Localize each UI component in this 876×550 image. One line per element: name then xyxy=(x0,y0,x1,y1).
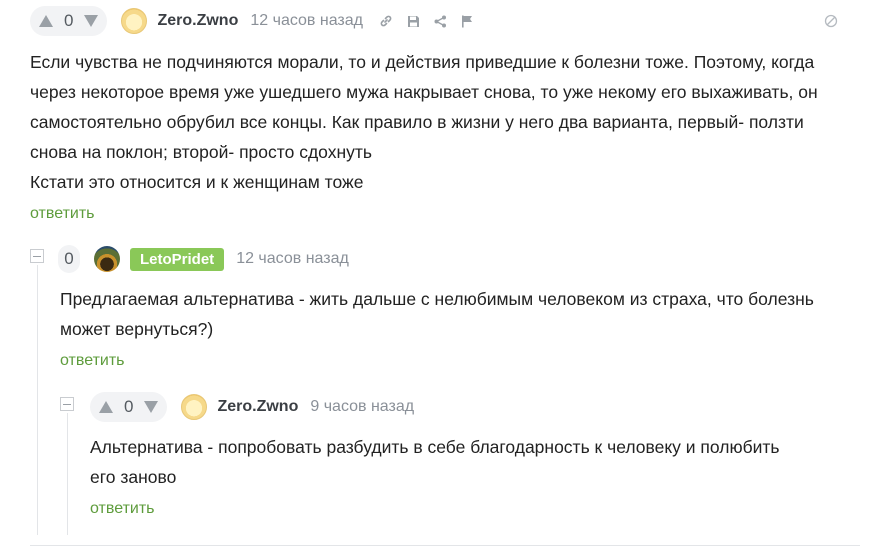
collapse-thread-button[interactable] xyxy=(30,249,44,263)
flag-icon[interactable] xyxy=(461,15,473,28)
link-icon[interactable] xyxy=(379,14,393,28)
text-line: самостоятельно обрубил все концы. Как пр… xyxy=(30,112,804,132)
reply-button[interactable]: ответить xyxy=(30,205,95,223)
text-line: Альтернатива - попробовать разбудить в с… xyxy=(90,437,780,457)
thread-line xyxy=(67,413,68,535)
reply-button[interactable]: ответить xyxy=(60,352,125,370)
comment-3-header: 0 Zero.Zwno 9 часов назад xyxy=(90,392,414,422)
avatar[interactable] xyxy=(181,394,208,420)
collapse-thread-button[interactable] xyxy=(60,397,74,411)
comment-time[interactable]: 12 часов назад xyxy=(236,250,349,268)
author-name[interactable]: Zero.Zwno xyxy=(217,398,298,416)
vote-control: 0 xyxy=(90,392,168,422)
text-line: может вернуться?) xyxy=(60,319,214,339)
comment-1-header: 0 Zero.Zwno 12 часов назад xyxy=(30,6,473,36)
comment-time[interactable]: 12 часов назад xyxy=(250,12,363,30)
text-line: снова на поклон; второй- просто сдохнуть xyxy=(30,142,372,162)
author-name[interactable]: Zero.Zwno xyxy=(157,12,238,30)
divider xyxy=(30,545,860,546)
text-line: Если чувства не подчиняются морали, то и… xyxy=(30,52,815,72)
upvote-icon[interactable] xyxy=(38,13,54,29)
text-line: Кстати это относится и к женщинам тоже xyxy=(30,172,364,192)
downvote-icon[interactable] xyxy=(143,399,159,415)
avatar[interactable] xyxy=(94,246,120,272)
text-line: Предлагаемая альтернатива - жить дальше … xyxy=(60,289,814,309)
text-line: через некоторое время уже ушедшего мужа … xyxy=(30,82,818,102)
save-icon[interactable] xyxy=(407,15,420,28)
avatar[interactable] xyxy=(121,8,148,34)
comment-3-text: Альтернатива - попробовать разбудить в с… xyxy=(90,432,860,492)
comment-actions xyxy=(379,14,473,28)
thread-line xyxy=(37,265,38,535)
reply-button[interactable]: ответить xyxy=(90,500,155,518)
rating-count: 0 xyxy=(58,245,80,273)
share-icon[interactable] xyxy=(434,15,447,28)
comment-2-header: 0 LetoPridet 12 часов назад xyxy=(58,245,349,273)
text-line: его заново xyxy=(90,467,177,487)
comment-2-text: Предлагаемая альтернатива - жить дальше … xyxy=(60,284,860,344)
downvote-icon[interactable] xyxy=(83,13,99,29)
rating-count: 0 xyxy=(124,397,134,416)
rating-count: 0 xyxy=(64,11,74,30)
vote-control: 0 xyxy=(30,6,108,36)
author-name[interactable]: LetoPridet xyxy=(130,247,225,271)
comment-1-text: Если чувства не подчиняются морали, то и… xyxy=(30,47,860,197)
upvote-icon[interactable] xyxy=(98,399,114,415)
hide-icon[interactable] xyxy=(824,14,838,33)
comment-time[interactable]: 9 часов назад xyxy=(310,398,414,416)
